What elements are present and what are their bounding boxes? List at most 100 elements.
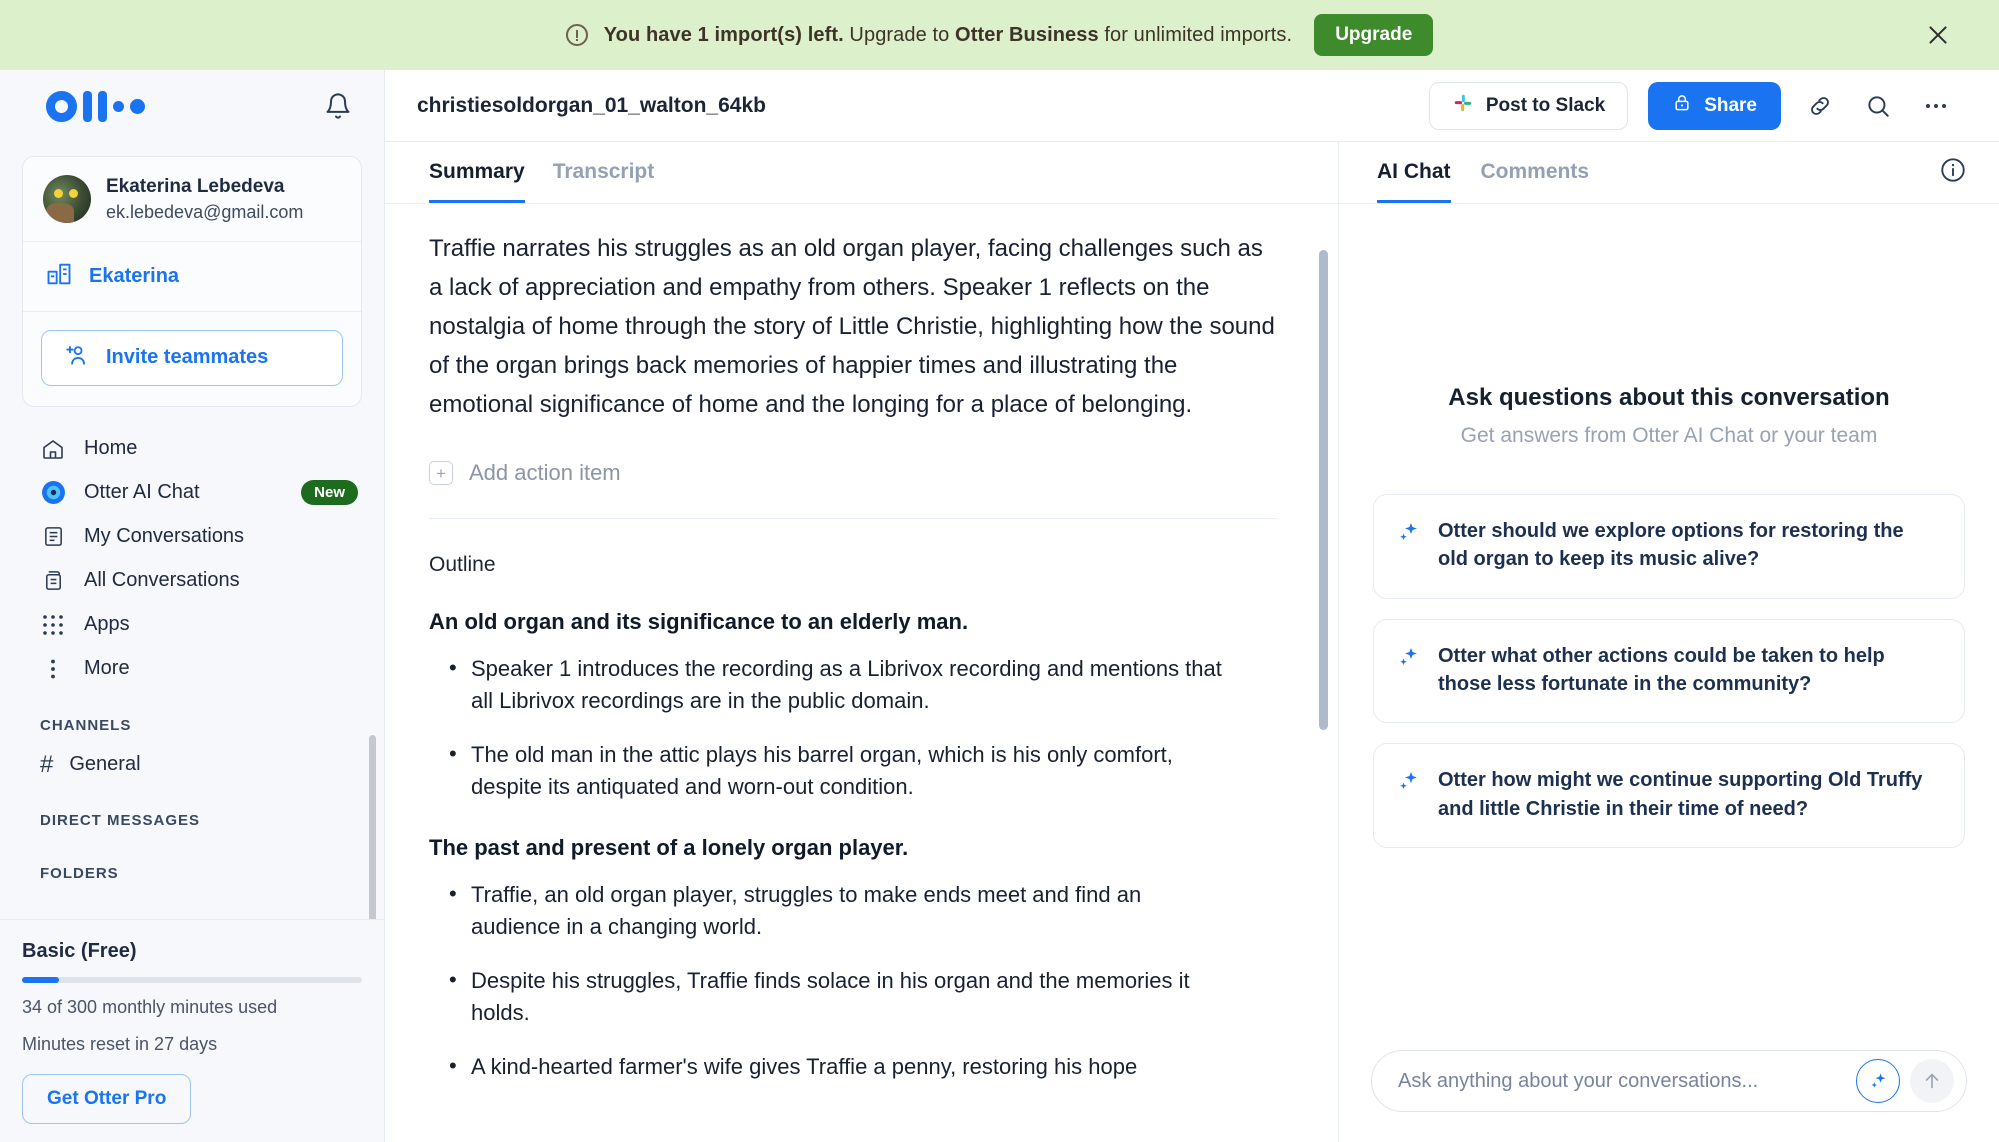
plan-name: Basic (Free) [22,940,137,963]
workspace-row[interactable]: Ekaterina [23,242,361,312]
banner-text-bold: You have 1 import(s) left. [603,23,844,46]
post-to-slack-button[interactable]: Post to Slack [1428,81,1629,130]
plan-progress-bar [22,977,362,984]
document-header: christiesoldorgan_01_walton_64kb Post to… [385,70,1999,142]
documents-stack-icon [40,568,66,594]
share-label: Share [1704,94,1757,116]
link-icon[interactable] [1801,87,1839,125]
sparkle-icon [1396,520,1422,574]
invite-teammates-button[interactable]: Invite teammates [41,329,343,386]
lock-icon [1672,93,1692,119]
get-otter-pro-button[interactable]: Get Otter Pro [22,1074,192,1124]
channels-section-title: CHANNELS [40,716,132,734]
sidebar-channel-general[interactable]: # General [0,744,384,786]
sidebar-item-more-label: More [84,657,130,680]
suggestion-card[interactable]: Otter what other actions could be taken … [1373,618,1965,724]
account-row[interactable]: Ekaterina Lebedeva ek.lebedeva@gmail.com [23,157,361,242]
suggestion-text: Otter how might we continue supporting O… [1438,769,1923,820]
more-horizontal-icon[interactable] [1917,87,1955,125]
suggestion-text: Otter should we explore options for rest… [1438,519,1904,571]
chat-suggestions: Otter should we explore options for rest… [1373,493,1965,849]
logo-bar-2 [98,90,107,122]
suggestion-card[interactable]: Otter how might we continue supporting O… [1373,743,1965,849]
tab-summary[interactable]: Summary [429,160,525,203]
list-item: The old man in the attic plays his barre… [429,738,1229,803]
tab-ai-chat[interactable]: AI Chat [1377,160,1451,203]
list-item: Speaker 1 introduces the recording as a … [429,652,1229,717]
home-icon [40,436,66,462]
notification-bell-icon[interactable] [324,91,352,121]
chat-input[interactable] [1398,1069,1846,1093]
logo-bar-1 [83,90,92,122]
banner-message: You have 1 import(s) left. Upgrade to Ot… [565,24,1292,47]
upgrade-button[interactable]: Upgrade [1314,14,1434,56]
suggestion-card[interactable]: Otter should we explore options for rest… [1373,493,1965,599]
sidebar: Ekaterina Lebedeva ek.lebedeva@gmail.com… [0,70,385,1142]
invite-wrapper: Invite teammates [23,312,361,406]
sidebar-item-apps-label: Apps [84,613,130,636]
chat-tabs: AI Chat Comments [1339,142,1999,204]
sidebar-item-all-conversations-label: All Conversations [84,569,240,592]
sparkle-prompt-button[interactable] [1856,1059,1900,1103]
chat-empty-subtitle: Get answers from Otter AI Chat or your t… [1460,423,1878,447]
hash-icon: # [40,750,54,778]
more-vertical-icon [40,656,66,682]
sidebar-item-more[interactable]: More [0,647,384,691]
plan-box: Basic (Free) 34 of 300 monthly minutes u… [0,919,384,1142]
sidebar-item-all-conversations[interactable]: All Conversations [0,559,384,603]
list-item: A kind-hearted farmer's wife gives Traff… [429,1050,1229,1083]
banner-text-mid: Upgrade to [843,23,956,46]
sparkle-icon [1396,645,1422,699]
sidebar-scrollbar[interactable] [369,734,376,920]
plan-reset-text: Minutes reset in 27 days [22,1033,218,1054]
summary-scrollbar[interactable] [1319,250,1328,730]
document-icon [40,524,66,550]
upgrade-banner: You have 1 import(s) left. Upgrade to Ot… [0,0,1999,70]
logo-dot-small [113,100,124,112]
otter-ai-icon [40,480,66,506]
alert-circle-icon [565,24,588,46]
list-item: Despite his struggles, Traffie finds sol… [429,964,1229,1029]
plus-icon: + [429,461,453,486]
summary-tabs: Summary Transcript [385,142,1338,204]
ai-chat-pane: AI Chat Comments Ask questions about thi… [1339,142,1999,1142]
tab-comments[interactable]: Comments [1481,160,1590,203]
account-text: Ekaterina Lebedeva ek.lebedeva@gmail.com [106,174,303,224]
account-name: Ekaterina Lebedeva [106,176,285,197]
chat-empty-title: Ask questions about this conversation [1448,383,1890,411]
sidebar-item-home[interactable]: Home [0,427,384,471]
add-person-icon [64,342,90,374]
summary-content: Traffie narrates his struggles as an old… [385,204,1338,1082]
plan-progress-fill [22,977,60,984]
share-button[interactable]: Share [1648,81,1781,130]
info-circle-icon[interactable] [1939,156,1969,186]
sidebar-header [0,70,384,142]
add-action-item-label: Add action item [469,460,621,486]
main-area: christiesoldorgan_01_walton_64kb Post to… [385,70,1999,1142]
add-action-item-button[interactable]: + Add action item [429,460,1278,486]
close-icon[interactable] [1921,18,1955,52]
banner-text: You have 1 import(s) left. Upgrade to Ot… [604,24,1292,47]
sidebar-item-home-label: Home [84,437,138,460]
sidebar-item-otter-ai-chat[interactable]: Otter AI Chat New [0,471,384,515]
send-button[interactable] [1910,1059,1954,1103]
tab-transcript[interactable]: Transcript [553,160,655,203]
logo-dot-large [130,98,145,114]
otter-logo-icon[interactable] [46,90,145,122]
workspace-icon [45,260,73,293]
search-icon[interactable] [1859,87,1897,125]
summary-paragraph: Traffie narrates his struggles as an old… [429,235,1275,418]
outline-label: Outline [429,553,496,577]
workspace-name: Ekaterina [89,264,180,287]
sidebar-item-my-conversations-label: My Conversations [84,525,245,548]
new-badge: New [301,480,358,506]
sidebar-nav: Home Otter AI Chat New My Conversations [0,407,384,920]
post-to-slack-label: Post to Slack [1485,94,1606,116]
sidebar-item-apps[interactable]: Apps [0,603,384,647]
slack-icon [1452,92,1474,120]
outline-heading: An old organ and its significance to an … [429,609,969,635]
sidebar-item-my-conversations[interactable]: My Conversations [0,515,384,559]
plan-usage-text: 34 of 300 monthly minutes used [22,997,278,1018]
chat-input-container[interactable] [1371,1050,1967,1112]
sidebar-item-otter-ai-chat-label: Otter AI Chat [84,481,200,504]
